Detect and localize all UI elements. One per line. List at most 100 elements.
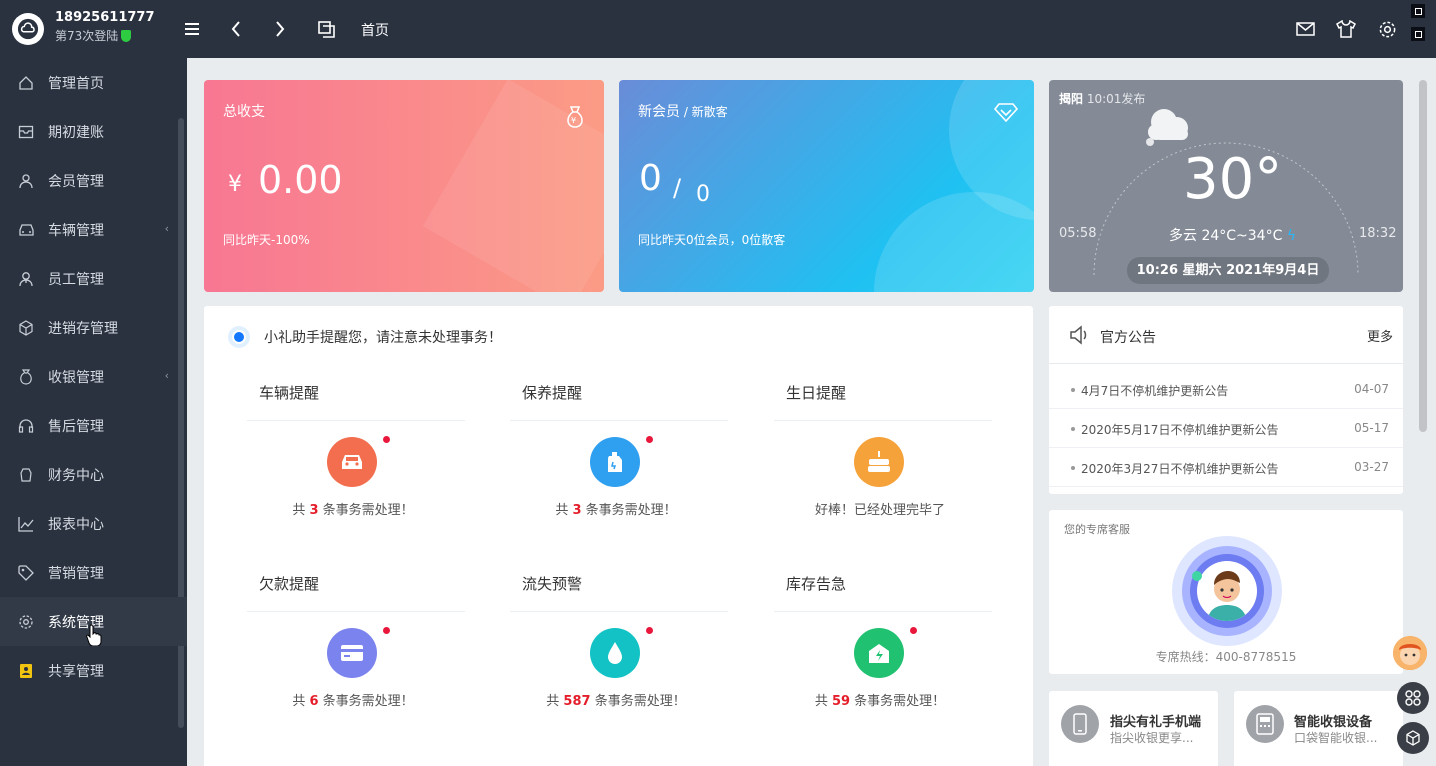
reminder-header: 小礼助手提醒您，请注意未处理事务！: [264, 330, 502, 346]
sidebar-item-label: 售后管理: [48, 418, 104, 435]
mail-icon[interactable]: [1295, 19, 1315, 39]
sidebar-item-7[interactable]: 收银管理 ‹: [0, 352, 187, 401]
members-compare: 同比昨天0位会员，0位散客: [638, 233, 786, 247]
cube-icon: [1406, 730, 1420, 746]
restore-icon: [1414, 7, 1422, 15]
cake-icon[interactable]: [854, 437, 904, 487]
revenue-card[interactable]: 总收支 ¥ ¥ 0.00 同比昨天-100%: [204, 80, 604, 292]
reminder-prefix: 共: [292, 503, 310, 518]
copy-window-icon[interactable]: [316, 19, 336, 39]
box-icon: [17, 319, 35, 337]
weather-temp: 30°: [1183, 147, 1283, 212]
sidebar-item-13[interactable]: 共享管理: [0, 646, 187, 695]
settings-gear-icon[interactable]: [1377, 19, 1397, 39]
notice-date: 04-07: [1354, 382, 1389, 396]
avatar[interactable]: [1197, 561, 1257, 621]
apps-grid-button[interactable]: [1397, 682, 1429, 714]
chevron-left-icon: ‹: [164, 369, 169, 382]
reminder-cell[interactable]: 流失预警共 587 条事务需处理！: [510, 563, 728, 738]
theme-shirt-icon[interactable]: [1336, 19, 1356, 39]
members-title-sub: / 新散客: [680, 105, 728, 119]
mobile-app-card[interactable]: 指尖有礼手机端 指尖收银更享...: [1049, 691, 1218, 766]
reminder-prefix: 共: [546, 694, 564, 709]
reminder-cell[interactable]: 库存告急共 59 条事务需处理！: [774, 563, 992, 738]
sidebar-item-10[interactable]: 报表中心: [0, 499, 187, 548]
cube-button[interactable]: [1397, 722, 1429, 754]
reminder-cell[interactable]: 生日提醒 好棒！已经处理完毕了: [774, 372, 992, 547]
divider: [1049, 363, 1403, 364]
reminder-text: 共 6 条事务需处理！: [247, 690, 459, 709]
divider: [247, 611, 465, 612]
oil-can-icon[interactable]: [590, 437, 640, 487]
drop-icon[interactable]: [590, 628, 640, 678]
warehouse-icon[interactable]: [854, 628, 904, 678]
app-title: 指尖有礼手机端: [1110, 715, 1202, 730]
cloud-icon: [1144, 102, 1198, 150]
login-count-text: 第73次登陆: [55, 29, 119, 43]
window-restore-button[interactable]: [1411, 4, 1425, 18]
reminder-suffix: 条事务需处理！: [318, 694, 414, 709]
menu-toggle-icon[interactable]: [182, 19, 202, 39]
money-bag-icon: ¥: [564, 105, 586, 133]
notice-date: 03-27: [1354, 460, 1389, 474]
reminder-cell[interactable]: 保养提醒共 3 条事务需处理！: [510, 372, 728, 547]
back-chevron-icon[interactable]: [226, 19, 246, 39]
cloud-logo-icon: [12, 13, 44, 45]
lightning-icon: ϟ: [1286, 228, 1297, 244]
notice-item[interactable]: 4月7日不停机维护更新公告 04-07: [1049, 370, 1403, 409]
pos-device-card[interactable]: 智能收银设备 口袋智能收银...: [1234, 691, 1403, 766]
weather-card: 揭阳 10:01发布 30° 多云 24°C~34°C ϟ 05:58 18:3…: [1049, 80, 1403, 292]
members-title-main: 新会员: [638, 104, 680, 120]
service-panel: 您的专席客服 专席热线：400-8778515: [1049, 510, 1403, 674]
main-scrollbar[interactable]: [1419, 80, 1427, 432]
sidebar-item-2[interactable]: 期初建账: [0, 107, 187, 156]
sidebar-item-8[interactable]: 售后管理: [0, 401, 187, 450]
card-icon[interactable]: [327, 628, 377, 678]
sidebar-item-11[interactable]: 营销管理: [0, 548, 187, 597]
main-content: 总收支 ¥ ¥ 0.00 同比昨天-100% 新会员 / 新散客 0 / 0 同…: [187, 58, 1436, 766]
sidebar-item-1[interactable]: 管理首页: [0, 58, 187, 107]
sidebar-item-5[interactable]: 员工管理: [0, 254, 187, 303]
staff-icon: [17, 270, 35, 288]
sidebar-item-3[interactable]: 会员管理: [0, 156, 187, 205]
divider: [774, 611, 992, 612]
window-maximize-button[interactable]: [1411, 27, 1425, 41]
car-icon[interactable]: [327, 437, 377, 487]
service-hotline: 专席热线：400-8778515: [1155, 650, 1297, 664]
reminder-count: 6: [309, 694, 319, 709]
hand-cursor-icon: [86, 624, 102, 646]
app-title: 智能收银设备: [1294, 715, 1373, 730]
sidebar-item-9[interactable]: 财务中心: [0, 450, 187, 499]
car-icon: [17, 221, 35, 239]
forward-chevron-icon[interactable]: [270, 19, 290, 39]
tag-icon: [17, 564, 35, 582]
reminder-panel: 小礼助手提醒您，请注意未处理事务！ 车辆提醒共 3 条事务需处理！ 保养提醒共 3…: [204, 306, 1033, 766]
notification-dot: [910, 627, 917, 634]
notice-panel: 官方公告 更多 4月7日不停机维护更新公告 04-07 2020年5月17日不停机维…: [1049, 306, 1403, 494]
revenue-currency: ¥: [228, 172, 242, 197]
support-avatar-button[interactable]: [1393, 636, 1427, 670]
service-title: 您的专席客服: [1064, 523, 1130, 536]
money-bag-icon: [17, 368, 35, 386]
revenue-title: 总收支: [223, 104, 265, 120]
maximize-icon: [1414, 30, 1422, 38]
sidebar-item-label: 期初建账: [48, 124, 104, 141]
reminder-cell[interactable]: 车辆提醒共 3 条事务需处理！: [247, 372, 465, 547]
members-card[interactable]: 新会员 / 新散客 0 / 0 同比昨天0位会员，0位散客: [619, 80, 1034, 292]
reminder-count: 587: [563, 694, 591, 709]
gear-icon: [17, 613, 35, 631]
sunset-time: 18:32: [1359, 226, 1397, 241]
notification-dot: [383, 436, 390, 443]
notification-dot: [646, 627, 653, 634]
notice-more-link[interactable]: 更多: [1367, 326, 1393, 345]
weather-city: 揭阳: [1059, 92, 1084, 106]
notice-item[interactable]: 2020年5月17日不停机维护更新公告 05-17: [1049, 409, 1403, 448]
revenue-value: 0.00: [258, 158, 343, 202]
login-count: 第73次登陆: [55, 27, 132, 44]
notification-dot: [646, 436, 653, 443]
notice-item[interactable]: 2020年3月27日不停机维护更新公告 03-27: [1049, 448, 1403, 487]
reminder-cell[interactable]: 欠款提醒共 6 条事务需处理！: [247, 563, 465, 738]
sidebar-item-6[interactable]: 进销存管理: [0, 303, 187, 352]
sidebar-item-4[interactable]: 车辆管理 ‹: [0, 205, 187, 254]
reminder-suffix: 条事务需处理！: [590, 694, 686, 709]
